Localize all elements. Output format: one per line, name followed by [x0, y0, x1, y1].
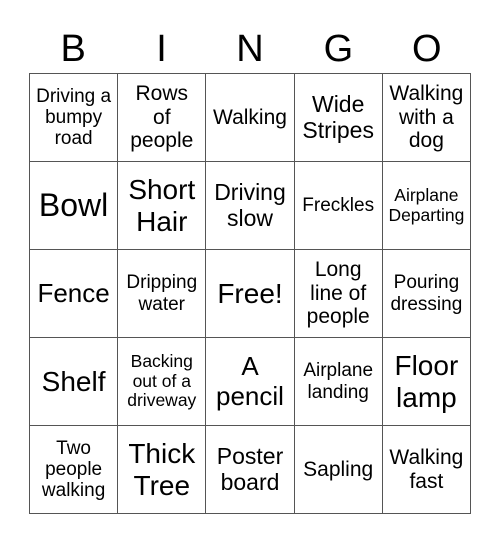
bingo-cell[interactable]: Poster board [206, 426, 295, 514]
header-letter-i: I [156, 28, 167, 70]
bingo-cell[interactable]: Bowl [30, 162, 119, 250]
bingo-cell[interactable]: A pencil [206, 338, 295, 426]
bingo-cell[interactable]: Airplane landing [294, 338, 383, 426]
bingo-cell[interactable]: Fence [30, 250, 119, 338]
cell-label: Wide Stripes [302, 90, 374, 143]
header-letter-o: O [411, 28, 442, 70]
cell-label: Thick Tree [128, 438, 196, 501]
cell-label: Walking with a dog [389, 82, 464, 153]
cell-label: Two people walking [41, 437, 106, 502]
cell-label: Short Hair [128, 174, 196, 237]
bingo-cell[interactable]: Pouring dressing [382, 250, 471, 338]
cell-label: Rows of people [130, 82, 194, 153]
cell-label: Airplane Departing [388, 184, 465, 225]
header-letter-b: B [60, 28, 86, 70]
cell-label: Freckles [302, 194, 375, 216]
bingo-cell[interactable]: Two people walking [30, 426, 119, 514]
bingo-cell[interactable]: Walking fast [382, 426, 471, 514]
bingo-header: B I N G O [29, 24, 471, 74]
bingo-cell[interactable]: Long line of people [294, 250, 383, 338]
cell-label: Dripping water [126, 272, 198, 315]
cell-label: Airplane landing [303, 360, 374, 403]
cell-label: Floor lamp [394, 350, 459, 413]
bingo-cell[interactable]: Driving slow [206, 162, 295, 250]
bingo-cell[interactable]: Freckles [294, 162, 383, 250]
cell-label: Shelf [41, 365, 106, 397]
bingo-cell[interactable]: Short Hair [118, 162, 207, 250]
bingo-cell[interactable]: Driving a bumpy road [30, 74, 119, 162]
bingo-cell[interactable]: Walking [206, 74, 295, 162]
bingo-cell[interactable]: Rows of people [118, 74, 207, 162]
cell-label: Walking fast [389, 445, 464, 493]
cell-label: Sapling [303, 457, 374, 481]
cell-label: Bowl [38, 186, 109, 223]
cell-label: Long line of people [306, 258, 370, 329]
bingo-cell[interactable]: Airplane Departing [382, 162, 471, 250]
cell-label: Poster board [216, 442, 284, 495]
bingo-cell[interactable]: Backing out of a driveway [118, 338, 207, 426]
bingo-cell[interactable]: Walking with a dog [382, 74, 471, 162]
free-space-label: Free! [217, 277, 283, 309]
bingo-grid: Driving a bumpy road Rows of people Walk… [29, 73, 471, 514]
bingo-cell[interactable]: Shelf [30, 338, 119, 426]
header-letter-g: G [323, 28, 354, 70]
cell-label: Pouring dressing [390, 272, 463, 315]
bingo-cell[interactable]: Floor lamp [382, 338, 471, 426]
cell-label: Driving a bumpy road [36, 85, 112, 150]
bingo-cell free-space[interactable]: Free! [206, 250, 295, 338]
bingo-cell[interactable]: Wide Stripes [294, 74, 383, 162]
bingo-cell[interactable]: Sapling [294, 426, 383, 514]
bingo-cell[interactable]: Dripping water [118, 250, 207, 338]
cell-label: Walking [213, 105, 287, 129]
cell-label: A pencil [216, 351, 284, 411]
cell-label: Driving slow [214, 178, 286, 231]
cell-label: Fence [37, 277, 110, 308]
cell-label: Backing out of a driveway [127, 351, 197, 411]
header-letter-n: N [236, 28, 264, 70]
bingo-cell[interactable]: Thick Tree [118, 426, 207, 514]
